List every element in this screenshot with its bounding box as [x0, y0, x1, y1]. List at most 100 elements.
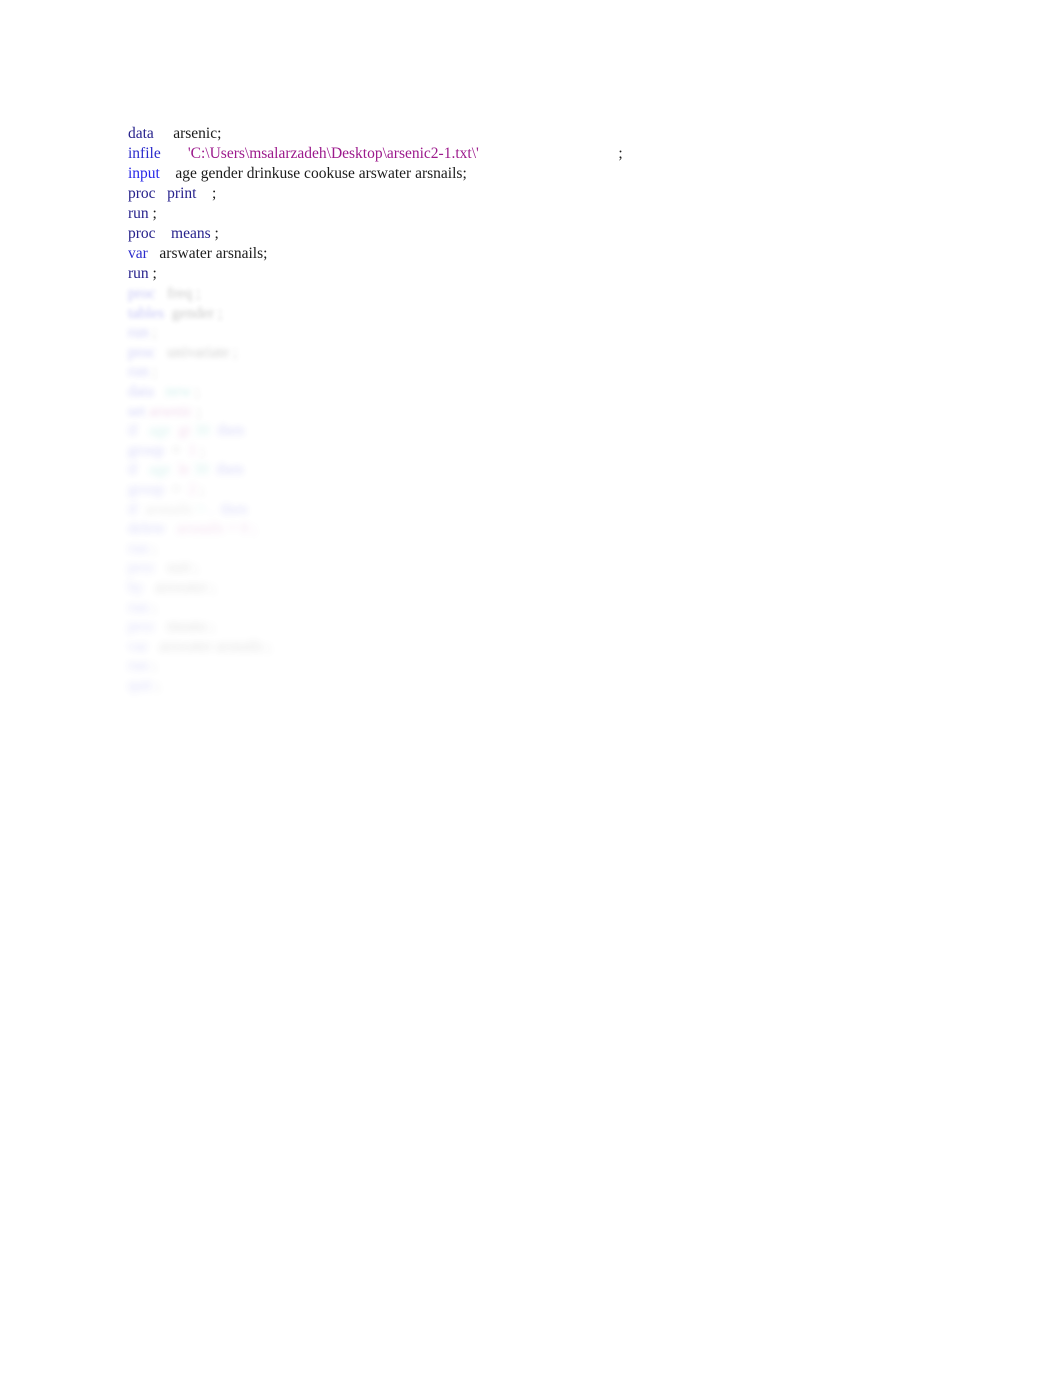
- code-token: age: [149, 422, 171, 440]
- code-line: run ;: [128, 323, 688, 343]
- code-token: set: [128, 402, 146, 420]
- code-token: run: [128, 324, 149, 342]
- code-token: means: [171, 225, 211, 242]
- code-token: ;: [196, 185, 217, 202]
- code-token: run: [128, 265, 149, 282]
- code-line: proc univariate ;: [128, 343, 688, 363]
- sas-code-block: data arsenic; infile 'C:\Users\msalarzade…: [128, 124, 988, 284]
- code-line: tables gender ;: [128, 304, 688, 324]
- code-token: ;: [196, 480, 205, 498]
- code-token: gender ;: [164, 304, 223, 322]
- code-token: arswater arsnails;: [147, 245, 268, 262]
- code-token: univariate ;: [155, 343, 238, 361]
- code-token: tables: [128, 304, 165, 322]
- sas-code-block-faded: proc freq ; tables gender ; run ; proc univ…: [128, 284, 688, 695]
- code-line: delete arsnails = 0 ;: [128, 519, 688, 539]
- code-token: delete: [128, 520, 166, 538]
- code-token: new: [165, 382, 192, 400]
- code-token: 'C:\Users\msalarzadeh\Desktop\arsenic2-1…: [187, 145, 479, 162]
- code-token: ;: [191, 382, 200, 400]
- code-line: if age le 30 then: [128, 460, 688, 480]
- code-token: ;: [148, 205, 157, 222]
- code-line: set arsenic ;: [128, 402, 688, 422]
- code-token: ;: [148, 657, 157, 675]
- code-line: run ;: [128, 264, 988, 284]
- code-line: run ;: [128, 656, 688, 676]
- code-token: var: [128, 245, 148, 262]
- code-token: 2: [188, 480, 197, 498]
- code-token: quit: [128, 676, 153, 694]
- code-token: run: [128, 363, 149, 381]
- document-page: data arsenic; infile 'C:\Users\msalarzade…: [0, 0, 1062, 1376]
- code-line: var arswater arsnails;: [128, 244, 988, 264]
- code-line: run ;: [128, 362, 688, 382]
- code-token: run: [128, 539, 149, 557]
- code-token: input: [128, 165, 160, 182]
- code-token: =: [164, 441, 189, 459]
- code-token: 30: [193, 461, 209, 479]
- code-token: ;: [148, 363, 157, 381]
- code-line: group = 1 ;: [128, 441, 688, 461]
- code-token: proc: [128, 343, 156, 361]
- code-line: quit ;: [128, 676, 688, 696]
- code-token: freq ;: [155, 285, 201, 302]
- code-token: means ;: [155, 618, 215, 636]
- code-token: ;: [148, 324, 157, 342]
- code-line: proc print ;: [128, 184, 988, 204]
- code-token: var: [128, 637, 148, 655]
- code-token: gt: [178, 422, 191, 440]
- code-token: 30: [194, 422, 210, 440]
- code-line: group = 2 ;: [128, 480, 688, 500]
- code-line: proc means ;: [128, 224, 988, 244]
- code-token: ;: [196, 441, 205, 459]
- code-token: then: [216, 461, 244, 479]
- code-token: ;: [192, 402, 202, 420]
- code-token: group: [128, 441, 165, 459]
- code-line: by arswater ;: [128, 578, 688, 598]
- code-token: run: [128, 205, 149, 222]
- code-token: ;: [210, 225, 219, 242]
- code-token: proc: [128, 559, 156, 577]
- code-token: ;: [478, 145, 623, 162]
- code-token: proc: [128, 185, 156, 202]
- code-token: infile: [128, 145, 161, 162]
- code-token: run: [128, 657, 149, 675]
- code-line: run ;: [128, 539, 688, 559]
- code-token: proc: [128, 285, 156, 302]
- code-token: arsnails: [145, 500, 193, 518]
- code-token: ;: [148, 265, 157, 282]
- code-token: run: [128, 598, 149, 616]
- code-line: run ;: [128, 598, 688, 618]
- code-token: =: [164, 480, 189, 498]
- code-token: group: [128, 480, 165, 498]
- code-line: proc means ;: [128, 617, 688, 637]
- code-token: arsnails = 0 ;: [176, 520, 257, 538]
- code-token: sort ;: [155, 559, 199, 577]
- code-line: var arswater arsnails ;: [128, 637, 688, 657]
- code-token: proc: [128, 225, 156, 242]
- code-line: data arsenic;: [128, 124, 988, 144]
- code-token: then: [220, 500, 248, 518]
- code-line: data new ;: [128, 382, 688, 402]
- code-token: arswater ;: [143, 578, 216, 596]
- code-token: arswater arsnails ;: [147, 637, 272, 655]
- code-line: if arsnails = . then: [128, 500, 688, 520]
- code-line: input age gender drinkuse cookuse arswat…: [128, 164, 988, 184]
- code-token: data: [128, 382, 154, 400]
- code-token: 1: [188, 441, 197, 459]
- code-line: run ;: [128, 204, 988, 224]
- code-token: arsenic: [149, 402, 193, 420]
- code-token: by: [128, 578, 144, 596]
- code-token: arsenic;: [153, 125, 222, 142]
- code-token: ;: [152, 676, 161, 694]
- code-line: proc freq ;: [128, 284, 688, 304]
- code-token: age gender drinkuse cookuse arswater ars…: [159, 165, 467, 182]
